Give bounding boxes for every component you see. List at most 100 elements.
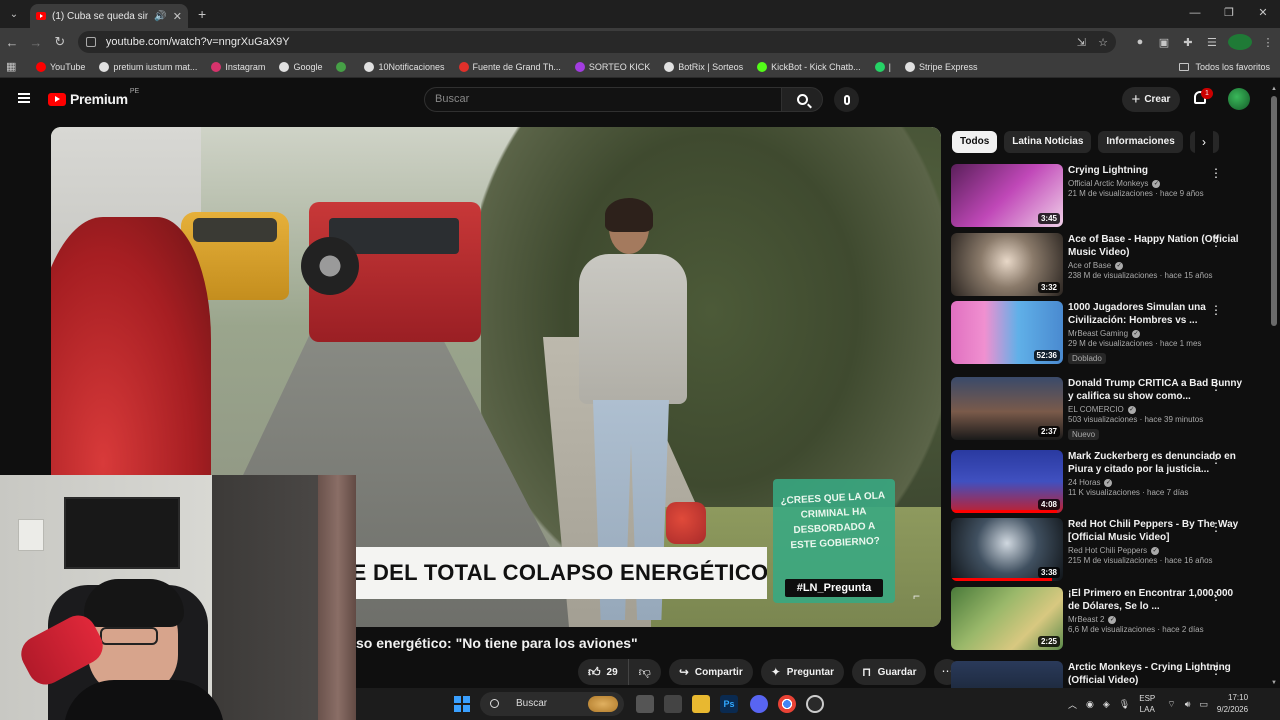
channel-name[interactable]: Red Hot Chili Peppers ✓	[1068, 546, 1243, 555]
recommendation-item[interactable]: 3:38 Red Hot Chili Peppers - By The Way […	[951, 518, 1267, 582]
video-thumbnail[interactable]: 2:37	[951, 377, 1063, 440]
tray-expand-icon[interactable]: ︿	[1068, 698, 1077, 711]
channel-name[interactable]: 24 Horas ✓	[1068, 478, 1243, 487]
back-button[interactable]: ←	[0, 35, 24, 50]
install-app-icon[interactable]: ⇲	[1077, 36, 1086, 49]
site-info-icon[interactable]	[85, 37, 96, 47]
recommendation-item[interactable]: 3:45 Crying Lightning Official Arctic Monk…	[951, 164, 1267, 228]
photoshop-icon[interactable]: Ps	[720, 695, 738, 713]
page-scrollbar[interactable]: ▲ ▼	[1271, 86, 1277, 686]
save-button[interactable]: ⊓ Guardar	[852, 659, 927, 685]
bookmark-item[interactable]: |	[874, 61, 891, 72]
create-button[interactable]: + Crear	[1122, 87, 1180, 112]
video-thumbnail[interactable]: 3:32	[951, 233, 1063, 296]
bookmark-item[interactable]: pretium iustum mat...	[99, 61, 197, 72]
tab-search-button[interactable]: ⌄	[0, 0, 28, 28]
apps-grid-icon[interactable]: ▦	[6, 60, 20, 73]
chrome-icon[interactable]	[778, 695, 796, 713]
channel-name[interactable]: Official Arctic Monkeys ✓	[1068, 179, 1243, 188]
maximize-button[interactable]: ❐	[1212, 0, 1246, 28]
tray-microphone-icon[interactable]: 🎙︎	[1119, 699, 1130, 710]
video-thumbnail[interactable]: 2:25	[951, 587, 1063, 650]
volume-icon[interactable]: 🔊︎	[1185, 699, 1191, 710]
obs-icon[interactable]	[806, 695, 824, 713]
forward-button[interactable]: →	[24, 35, 48, 50]
reload-button[interactable]: ↻	[48, 34, 72, 50]
close-tab-icon[interactable]: ✕	[173, 10, 182, 23]
more-options-icon[interactable]: ⋮	[1210, 663, 1222, 677]
bookmark-item[interactable]: 10Notificaciones	[364, 61, 445, 72]
bookmark-item[interactable]: Instagram	[211, 61, 265, 72]
more-options-icon[interactable]: ⋮	[1210, 589, 1222, 603]
scroll-up-icon[interactable]: ▲	[1271, 86, 1277, 92]
bookmark-item[interactable]: Google	[279, 61, 322, 72]
extension-icon[interactable]: ●	[1128, 36, 1152, 48]
chevron-right-icon[interactable]: ›	[1195, 131, 1213, 153]
bookmark-item[interactable]: Fuente de Grand Th...	[458, 61, 561, 72]
channel-name[interactable]: EL COMERCIO ✓	[1068, 405, 1243, 414]
tab-active[interactable]: (1) Cuba se queda sin comb 🔊 ✕	[30, 4, 188, 28]
bookmark-item[interactable]: SORTEO KICK	[574, 61, 650, 72]
language-indicator[interactable]: ESP LAA	[1139, 693, 1155, 715]
bookmark-item[interactable]: Stripe Express	[905, 61, 978, 72]
channel-name[interactable]: Ace of Base ✓	[1068, 261, 1243, 270]
scroll-down-icon[interactable]: ▼	[1271, 680, 1277, 686]
menu-icon[interactable]	[18, 93, 30, 103]
channel-name[interactable]: MrBeast 2 ✓	[1068, 615, 1243, 624]
bookmark-item[interactable]	[336, 61, 350, 72]
more-options-icon[interactable]: ⋮	[1210, 520, 1222, 534]
more-options-icon[interactable]: ⋮	[1210, 166, 1222, 180]
taskbar-search[interactable]: Buscar	[480, 692, 624, 716]
account-avatar[interactable]	[1228, 88, 1250, 110]
ask-button[interactable]: ✦ Preguntar	[760, 659, 845, 685]
chrome-menu-icon[interactable]: ⋮	[1256, 36, 1280, 49]
more-options-icon[interactable]: ⋮	[1210, 303, 1222, 317]
video-thumbnail[interactable]: 52:36	[951, 301, 1063, 364]
bookmark-item[interactable]: BotRix | Sorteos	[664, 61, 743, 72]
recommendation-item[interactable]: 2:37 Donald Trump CRITICA a Bad Bunny y c…	[951, 377, 1267, 441]
task-view-icon[interactable]	[636, 695, 654, 713]
address-bar[interactable]: youtube.com/watch?v=nngrXuGaX9Y ⇲ ☆	[77, 31, 1116, 53]
channel-name[interactable]: MrBeast Gaming ✓	[1068, 329, 1243, 338]
minimize-button[interactable]: —	[1178, 0, 1212, 28]
video-thumbnail[interactable]: 3:38	[951, 518, 1063, 581]
bookmark-item[interactable]: KickBot - Kick Chatb...	[757, 61, 861, 72]
close-window-button[interactable]: ✕	[1246, 0, 1280, 28]
more-options-icon[interactable]: ⋮	[1210, 452, 1222, 466]
recommendation-item[interactable]: 4:08 Mark Zuckerberg es denunciado en Piu…	[951, 450, 1267, 514]
profile-avatar[interactable]	[1227, 34, 1252, 50]
extension-2-icon[interactable]: ▣	[1152, 36, 1176, 49]
like-button[interactable]: 👍︎ 29	[578, 659, 629, 685]
filter-chip[interactable]: Latina Noticias	[1004, 131, 1092, 153]
voice-search-button[interactable]	[834, 87, 859, 112]
filter-chip[interactable]: Todos	[952, 131, 998, 153]
recommendation-item[interactable]: 52:36 1000 Jugadores Simulan una Civiliza…	[951, 301, 1267, 365]
discord-icon[interactable]	[750, 695, 768, 713]
dislike-button[interactable]: 👎︎	[629, 659, 661, 685]
bookmark-star-icon[interactable]: ☆	[1098, 36, 1108, 49]
wifi-icon[interactable]: ⌔	[1167, 699, 1175, 710]
file-explorer-icon[interactable]	[692, 695, 710, 713]
all-bookmarks-button[interactable]: Todos los favoritos	[1179, 56, 1270, 78]
recommendation-item[interactable]: 2:25 ¡El Primero en Encontrar 1,000,000 d…	[951, 587, 1267, 651]
video-thumbnail[interactable]: 4:08	[951, 450, 1063, 513]
speaker-icon[interactable]: 🔊	[154, 11, 166, 22]
share-button[interactable]: ↪ Compartir	[668, 659, 753, 685]
search-button[interactable]	[781, 87, 823, 112]
battery-icon[interactable]: ▭	[1199, 699, 1208, 710]
more-options-icon[interactable]: ⋮	[1210, 379, 1222, 393]
extensions-puzzle-icon[interactable]: ✚	[1176, 36, 1200, 49]
windows-start-icon[interactable]	[454, 696, 470, 712]
video-thumbnail[interactable]: 3:45	[951, 164, 1063, 227]
search-input[interactable]: Buscar	[424, 87, 782, 112]
recommendation-item[interactable]: 3:32 Ace of Base - Happy Nation (Official…	[951, 233, 1267, 297]
filter-chip[interactable]: Informaciones	[1098, 131, 1183, 153]
youtube-logo[interactable]: Premium PE	[48, 88, 139, 107]
bookmark-item[interactable]: YouTube	[36, 61, 85, 72]
reading-list-icon[interactable]: ☰	[1200, 36, 1224, 49]
new-tab-button[interactable]: +	[198, 6, 206, 22]
more-options-icon[interactable]: ⋮	[1210, 235, 1222, 249]
clock[interactable]: 17:10 9/2/2026	[1217, 692, 1248, 716]
tray-app-2-icon[interactable]: ◈	[1103, 699, 1110, 710]
scrollbar-thumb[interactable]	[1271, 96, 1277, 326]
